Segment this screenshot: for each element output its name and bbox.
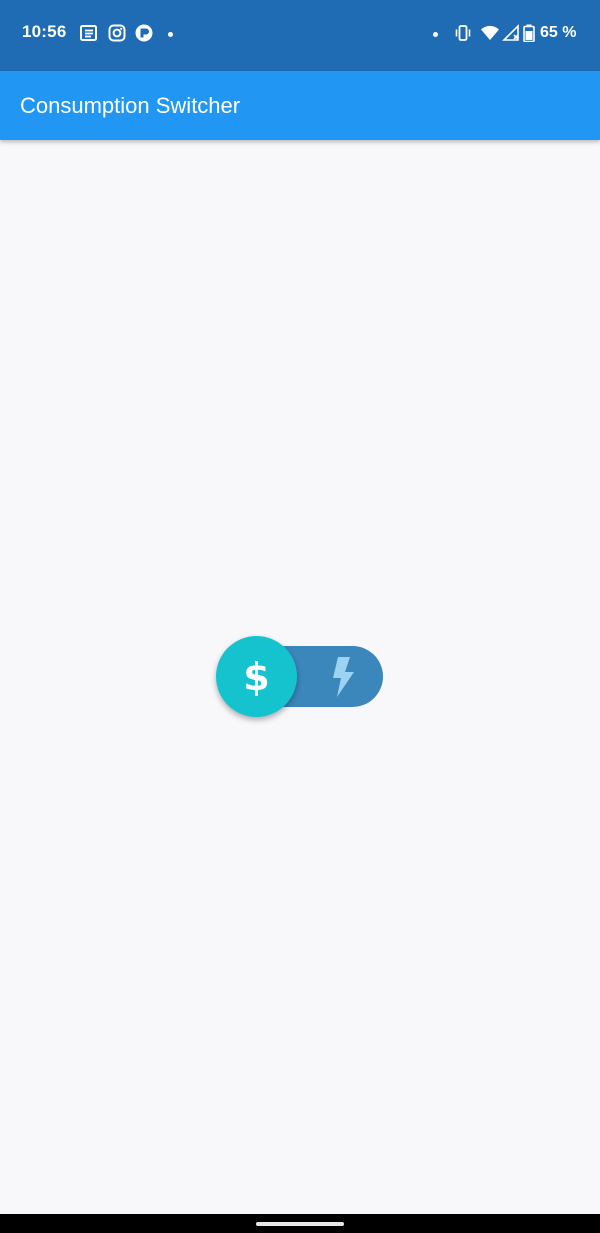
- consumption-switch[interactable]: $: [216, 636, 384, 718]
- home-indicator[interactable]: [256, 1222, 344, 1226]
- status-bar: 10:56 65 %: [0, 0, 600, 71]
- app-icon: [135, 24, 153, 42]
- wifi-icon: [480, 24, 500, 42]
- status-time: 10:56: [22, 22, 67, 41]
- page-title: Consumption Switcher: [20, 93, 241, 118]
- battery-percentage: 65 %: [540, 24, 577, 41]
- signal-icon: [502, 24, 520, 42]
- navigation-bar: [0, 1214, 600, 1233]
- vibrate-icon: [454, 24, 472, 42]
- bolt-icon: [329, 655, 357, 699]
- notification-dot-icon: [433, 32, 438, 37]
- app-bar: Consumption Switcher: [0, 71, 600, 140]
- instagram-icon: [108, 24, 126, 42]
- switch-thumb[interactable]: $: [216, 636, 297, 717]
- news-icon: [80, 24, 98, 42]
- notification-dot-icon: [168, 32, 173, 37]
- battery-icon: [523, 24, 535, 42]
- dollar-icon: $: [243, 654, 270, 699]
